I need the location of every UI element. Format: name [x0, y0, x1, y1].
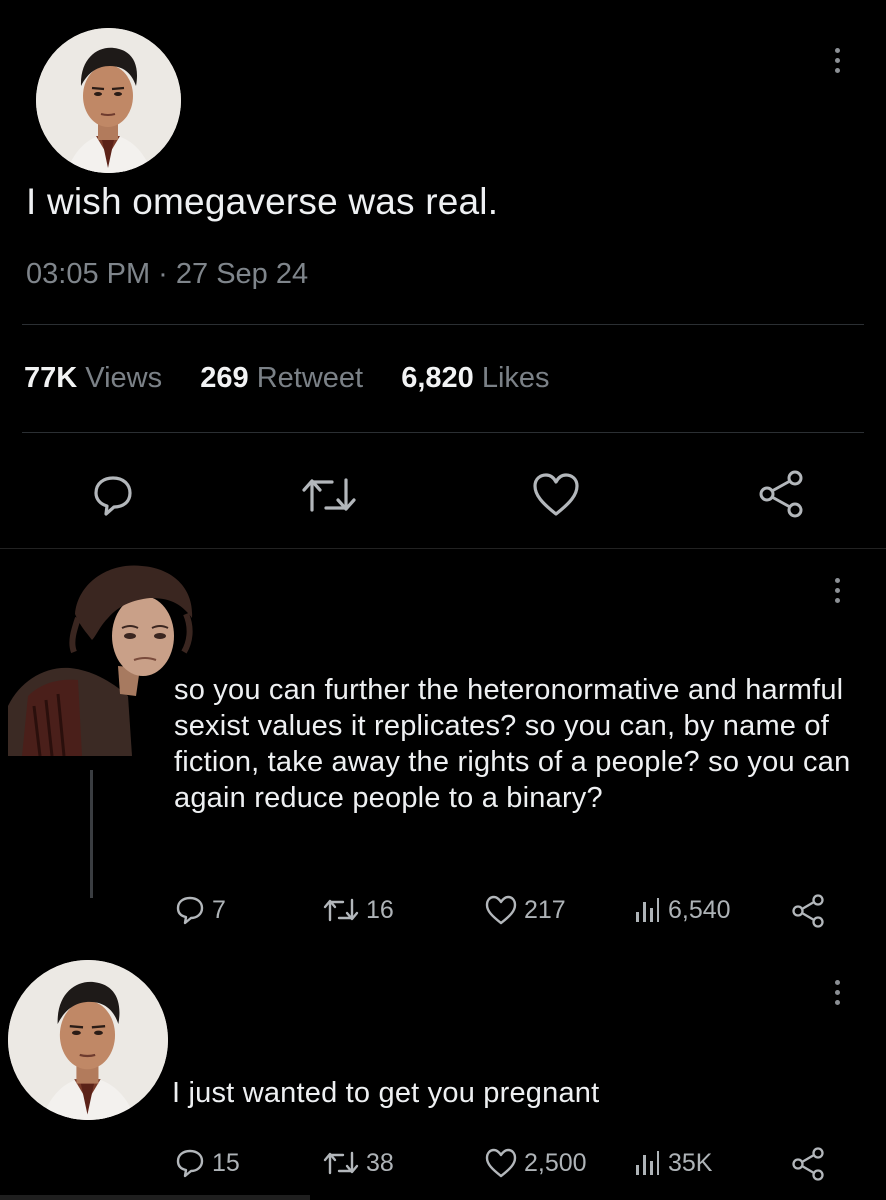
- more-options-icon[interactable]: [830, 980, 844, 1005]
- share-icon: [792, 894, 824, 928]
- like-button[interactable]: 2,500: [484, 1147, 587, 1179]
- like-icon: [533, 473, 579, 516]
- views-label: Views: [85, 362, 163, 394]
- reply-count: 15: [212, 1149, 240, 1177]
- share-icon: [792, 1147, 824, 1181]
- like-count: 217: [524, 896, 566, 924]
- views-count: 6,540: [668, 896, 731, 924]
- reply-button[interactable]: 7: [174, 894, 226, 926]
- male-portrait-icon: [8, 960, 168, 1120]
- tweet-stats: 77K Views 269 Retweet 6,820 Likes: [24, 361, 550, 395]
- likes-label[interactable]: Likes: [482, 362, 550, 394]
- retweet-icon: [302, 478, 356, 512]
- retweets-label[interactable]: Retweet: [257, 362, 363, 394]
- like-count: 2,500: [524, 1149, 587, 1177]
- author-avatar[interactable]: [36, 28, 181, 173]
- reply-icon: [94, 476, 132, 516]
- reply-icon: [176, 1149, 204, 1178]
- like-icon: [485, 895, 517, 925]
- reply-button[interactable]: 15: [174, 1147, 240, 1179]
- views-button[interactable]: 35K: [634, 1147, 712, 1179]
- retweet-button[interactable]: 16: [322, 894, 394, 926]
- reply-text: so you can further the heteronormative a…: [174, 674, 851, 814]
- share-button[interactable]: [790, 1147, 828, 1186]
- like-button[interactable]: [530, 470, 582, 525]
- reply-count: 7: [212, 896, 226, 924]
- retweet-icon: [323, 898, 359, 922]
- retweets-count[interactable]: 269: [200, 362, 248, 394]
- share-icon: [759, 470, 803, 518]
- retweet-count: 16: [366, 896, 394, 924]
- share-button[interactable]: [790, 894, 828, 933]
- thread-line: [90, 770, 93, 898]
- like-button[interactable]: 217: [484, 894, 566, 926]
- retweet-count: 38: [366, 1149, 394, 1177]
- retweet-button[interactable]: [300, 470, 358, 525]
- tweet-timestamp: 03:05 PM · 27 Sep 24: [26, 258, 309, 290]
- reply-text: I just wanted to get you pregnant: [172, 1077, 600, 1109]
- retweet-button[interactable]: 38: [322, 1147, 394, 1179]
- more-options-icon[interactable]: [830, 578, 844, 603]
- tweet-text: I wish omegaverse was real.: [26, 181, 499, 222]
- reply-icon: [176, 896, 204, 925]
- views-icon: [636, 1151, 659, 1175]
- bottom-edge-strip: [0, 1195, 310, 1200]
- divider: [22, 432, 864, 433]
- retweet-icon: [323, 1151, 359, 1175]
- author-avatar[interactable]: [8, 960, 168, 1120]
- views-count: 35K: [668, 1149, 713, 1177]
- divider: [0, 548, 886, 549]
- views-count: 77K: [24, 362, 78, 394]
- views-button[interactable]: 6,540: [634, 894, 731, 926]
- like-icon: [485, 1148, 517, 1178]
- male-portrait-icon: [36, 28, 181, 173]
- reply-avatar[interactable]: [0, 556, 200, 757]
- reply-button[interactable]: [88, 470, 138, 525]
- more-options-icon[interactable]: [830, 48, 844, 73]
- tearful-character-icon: [8, 565, 193, 757]
- views-icon: [636, 898, 659, 922]
- likes-count[interactable]: 6,820: [401, 362, 474, 394]
- share-button[interactable]: [755, 468, 811, 525]
- divider: [22, 324, 864, 325]
